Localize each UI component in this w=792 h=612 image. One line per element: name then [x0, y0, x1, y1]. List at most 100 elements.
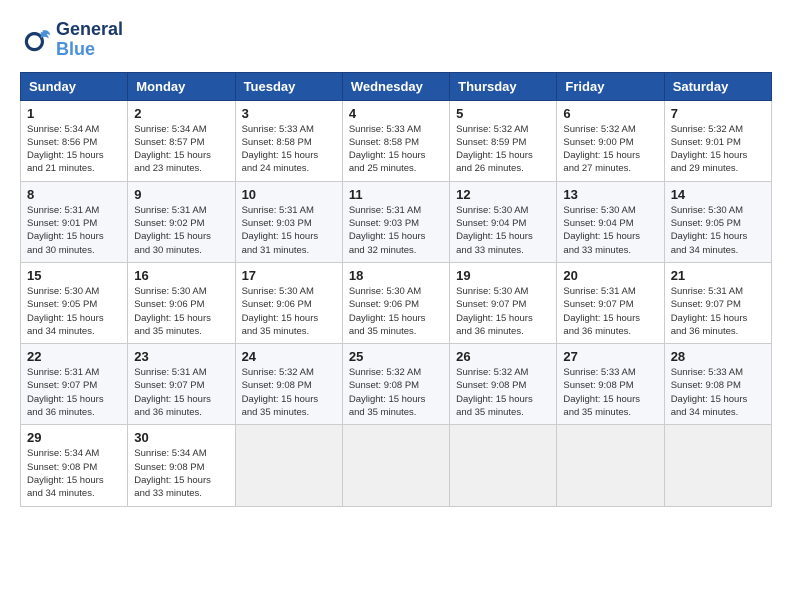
- calendar-day-cell: [342, 425, 449, 506]
- day-info: Sunrise: 5:31 AM Sunset: 9:01 PM Dayligh…: [27, 204, 121, 257]
- calendar-day-cell: [557, 425, 664, 506]
- weekday-header: Wednesday: [342, 72, 449, 100]
- day-info: Sunrise: 5:34 AM Sunset: 8:57 PM Dayligh…: [134, 123, 228, 176]
- day-number: 5: [456, 106, 550, 121]
- day-info: Sunrise: 5:31 AM Sunset: 9:07 PM Dayligh…: [27, 366, 121, 419]
- calendar-day-cell: 2 Sunrise: 5:34 AM Sunset: 8:57 PM Dayli…: [128, 100, 235, 181]
- day-info: Sunrise: 5:30 AM Sunset: 9:06 PM Dayligh…: [134, 285, 228, 338]
- calendar-day-cell: 3 Sunrise: 5:33 AM Sunset: 8:58 PM Dayli…: [235, 100, 342, 181]
- day-info: Sunrise: 5:33 AM Sunset: 8:58 PM Dayligh…: [242, 123, 336, 176]
- calendar-day-cell: 23 Sunrise: 5:31 AM Sunset: 9:07 PM Dayl…: [128, 344, 235, 425]
- weekday-header: Sunday: [21, 72, 128, 100]
- calendar-week-row: 1 Sunrise: 5:34 AM Sunset: 8:56 PM Dayli…: [21, 100, 772, 181]
- calendar-day-cell: 28 Sunrise: 5:33 AM Sunset: 9:08 PM Dayl…: [664, 344, 771, 425]
- day-info: Sunrise: 5:32 AM Sunset: 9:08 PM Dayligh…: [242, 366, 336, 419]
- day-number: 27: [563, 349, 657, 364]
- day-info: Sunrise: 5:30 AM Sunset: 9:06 PM Dayligh…: [349, 285, 443, 338]
- day-info: Sunrise: 5:31 AM Sunset: 9:03 PM Dayligh…: [349, 204, 443, 257]
- calendar-day-cell: 19 Sunrise: 5:30 AM Sunset: 9:07 PM Dayl…: [450, 262, 557, 343]
- day-number: 19: [456, 268, 550, 283]
- day-info: Sunrise: 5:31 AM Sunset: 9:07 PM Dayligh…: [563, 285, 657, 338]
- calendar-day-cell: 5 Sunrise: 5:32 AM Sunset: 8:59 PM Dayli…: [450, 100, 557, 181]
- calendar-day-cell: 14 Sunrise: 5:30 AM Sunset: 9:05 PM Dayl…: [664, 181, 771, 262]
- calendar-day-cell: 4 Sunrise: 5:33 AM Sunset: 8:58 PM Dayli…: [342, 100, 449, 181]
- day-number: 28: [671, 349, 765, 364]
- day-number: 21: [671, 268, 765, 283]
- day-number: 26: [456, 349, 550, 364]
- calendar-day-cell: 11 Sunrise: 5:31 AM Sunset: 9:03 PM Dayl…: [342, 181, 449, 262]
- day-info: Sunrise: 5:30 AM Sunset: 9:04 PM Dayligh…: [456, 204, 550, 257]
- day-info: Sunrise: 5:31 AM Sunset: 9:03 PM Dayligh…: [242, 204, 336, 257]
- day-number: 22: [27, 349, 121, 364]
- calendar-day-cell: 12 Sunrise: 5:30 AM Sunset: 9:04 PM Dayl…: [450, 181, 557, 262]
- weekday-header: Saturday: [664, 72, 771, 100]
- day-info: Sunrise: 5:34 AM Sunset: 9:08 PM Dayligh…: [27, 447, 121, 500]
- day-number: 9: [134, 187, 228, 202]
- day-info: Sunrise: 5:33 AM Sunset: 9:08 PM Dayligh…: [563, 366, 657, 419]
- day-number: 15: [27, 268, 121, 283]
- day-number: 29: [27, 430, 121, 445]
- calendar-day-cell: 9 Sunrise: 5:31 AM Sunset: 9:02 PM Dayli…: [128, 181, 235, 262]
- calendar-day-cell: [664, 425, 771, 506]
- calendar-day-cell: 16 Sunrise: 5:30 AM Sunset: 9:06 PM Dayl…: [128, 262, 235, 343]
- day-info: Sunrise: 5:33 AM Sunset: 9:08 PM Dayligh…: [671, 366, 765, 419]
- calendar-day-cell: [235, 425, 342, 506]
- calendar-day-cell: 6 Sunrise: 5:32 AM Sunset: 9:00 PM Dayli…: [557, 100, 664, 181]
- calendar-week-row: 22 Sunrise: 5:31 AM Sunset: 9:07 PM Dayl…: [21, 344, 772, 425]
- calendar-week-row: 8 Sunrise: 5:31 AM Sunset: 9:01 PM Dayli…: [21, 181, 772, 262]
- day-number: 23: [134, 349, 228, 364]
- day-info: Sunrise: 5:32 AM Sunset: 8:59 PM Dayligh…: [456, 123, 550, 176]
- day-number: 2: [134, 106, 228, 121]
- day-info: Sunrise: 5:33 AM Sunset: 8:58 PM Dayligh…: [349, 123, 443, 176]
- calendar-day-cell: 7 Sunrise: 5:32 AM Sunset: 9:01 PM Dayli…: [664, 100, 771, 181]
- day-info: Sunrise: 5:34 AM Sunset: 8:56 PM Dayligh…: [27, 123, 121, 176]
- weekday-header: Monday: [128, 72, 235, 100]
- logo-line1: General: [56, 20, 123, 40]
- day-number: 16: [134, 268, 228, 283]
- calendar-day-cell: 26 Sunrise: 5:32 AM Sunset: 9:08 PM Dayl…: [450, 344, 557, 425]
- day-info: Sunrise: 5:30 AM Sunset: 9:04 PM Dayligh…: [563, 204, 657, 257]
- logo-line2: Blue: [56, 40, 123, 60]
- calendar-day-cell: 1 Sunrise: 5:34 AM Sunset: 8:56 PM Dayli…: [21, 100, 128, 181]
- weekday-header: Tuesday: [235, 72, 342, 100]
- day-number: 18: [349, 268, 443, 283]
- calendar-day-cell: 30 Sunrise: 5:34 AM Sunset: 9:08 PM Dayl…: [128, 425, 235, 506]
- day-number: 13: [563, 187, 657, 202]
- weekday-header: Thursday: [450, 72, 557, 100]
- day-number: 8: [27, 187, 121, 202]
- day-info: Sunrise: 5:32 AM Sunset: 9:08 PM Dayligh…: [349, 366, 443, 419]
- calendar-body: 1 Sunrise: 5:34 AM Sunset: 8:56 PM Dayli…: [21, 100, 772, 506]
- day-info: Sunrise: 5:32 AM Sunset: 9:00 PM Dayligh…: [563, 123, 657, 176]
- day-number: 24: [242, 349, 336, 364]
- calendar-table: SundayMondayTuesdayWednesdayThursdayFrid…: [20, 72, 772, 507]
- day-info: Sunrise: 5:34 AM Sunset: 9:08 PM Dayligh…: [134, 447, 228, 500]
- calendar-day-cell: 10 Sunrise: 5:31 AM Sunset: 9:03 PM Dayl…: [235, 181, 342, 262]
- day-number: 4: [349, 106, 443, 121]
- calendar-day-cell: 18 Sunrise: 5:30 AM Sunset: 9:06 PM Dayl…: [342, 262, 449, 343]
- day-info: Sunrise: 5:32 AM Sunset: 9:01 PM Dayligh…: [671, 123, 765, 176]
- calendar-day-cell: 17 Sunrise: 5:30 AM Sunset: 9:06 PM Dayl…: [235, 262, 342, 343]
- weekday-header: Friday: [557, 72, 664, 100]
- day-info: Sunrise: 5:31 AM Sunset: 9:07 PM Dayligh…: [671, 285, 765, 338]
- day-info: Sunrise: 5:32 AM Sunset: 9:08 PM Dayligh…: [456, 366, 550, 419]
- calendar-day-cell: 24 Sunrise: 5:32 AM Sunset: 9:08 PM Dayl…: [235, 344, 342, 425]
- day-info: Sunrise: 5:30 AM Sunset: 9:07 PM Dayligh…: [456, 285, 550, 338]
- day-info: Sunrise: 5:30 AM Sunset: 9:05 PM Dayligh…: [671, 204, 765, 257]
- day-number: 20: [563, 268, 657, 283]
- calendar-day-cell: 8 Sunrise: 5:31 AM Sunset: 9:01 PM Dayli…: [21, 181, 128, 262]
- calendar-day-cell: 15 Sunrise: 5:30 AM Sunset: 9:05 PM Dayl…: [21, 262, 128, 343]
- calendar-day-cell: 29 Sunrise: 5:34 AM Sunset: 9:08 PM Dayl…: [21, 425, 128, 506]
- day-number: 17: [242, 268, 336, 283]
- calendar-day-cell: 20 Sunrise: 5:31 AM Sunset: 9:07 PM Dayl…: [557, 262, 664, 343]
- day-info: Sunrise: 5:31 AM Sunset: 9:02 PM Dayligh…: [134, 204, 228, 257]
- calendar-day-cell: 22 Sunrise: 5:31 AM Sunset: 9:07 PM Dayl…: [21, 344, 128, 425]
- calendar-day-cell: 13 Sunrise: 5:30 AM Sunset: 9:04 PM Dayl…: [557, 181, 664, 262]
- calendar-week-row: 15 Sunrise: 5:30 AM Sunset: 9:05 PM Dayl…: [21, 262, 772, 343]
- day-number: 7: [671, 106, 765, 121]
- day-number: 14: [671, 187, 765, 202]
- calendar-header-row: SundayMondayTuesdayWednesdayThursdayFrid…: [21, 72, 772, 100]
- calendar-day-cell: [450, 425, 557, 506]
- day-number: 10: [242, 187, 336, 202]
- calendar-week-row: 29 Sunrise: 5:34 AM Sunset: 9:08 PM Dayl…: [21, 425, 772, 506]
- day-number: 30: [134, 430, 228, 445]
